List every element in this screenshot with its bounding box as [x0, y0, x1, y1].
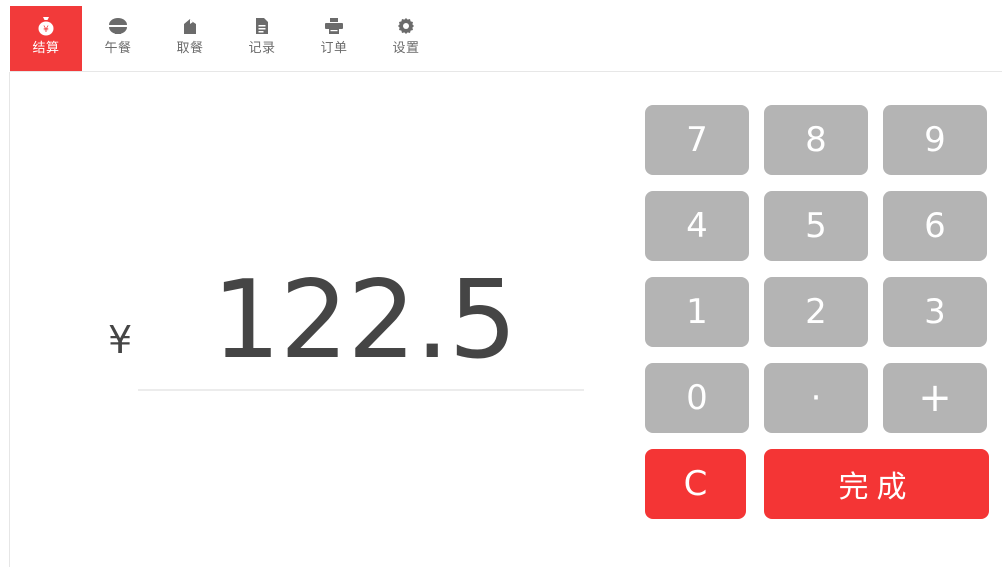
tab-label: 设置: [392, 41, 420, 56]
key-plus[interactable]: +: [883, 363, 987, 433]
done-button[interactable]: 完成: [764, 449, 989, 519]
left-edge-divider: [9, 72, 10, 567]
tab-checkout[interactable]: ¥ 结算: [10, 6, 82, 71]
key-6[interactable]: 6: [883, 191, 987, 261]
tab-settings[interactable]: 设置: [370, 6, 442, 71]
key-7[interactable]: 7: [645, 105, 749, 175]
tab-label: 记录: [248, 41, 276, 56]
top-nav-bar: ¥ 结算 午餐 取餐 记录 订单 设置: [10, 6, 1002, 72]
clear-button[interactable]: C: [645, 449, 746, 519]
money-bag-icon: ¥: [35, 15, 57, 37]
amount-display: 122.5: [212, 258, 517, 383]
svg-text:¥: ¥: [43, 25, 49, 35]
gear-icon: [395, 15, 417, 37]
currency-symbol: ¥: [108, 318, 133, 362]
tab-label: 午餐: [104, 41, 132, 56]
tab-label: 订单: [320, 41, 348, 56]
rice-bowl-icon: [107, 15, 129, 37]
document-icon: [251, 15, 273, 37]
key-1[interactable]: 1: [645, 277, 749, 347]
key-5[interactable]: 5: [764, 191, 868, 261]
key-3[interactable]: 3: [883, 277, 987, 347]
tab-orders[interactable]: 订单: [298, 6, 370, 71]
tab-label: 取餐: [176, 41, 204, 56]
key-0[interactable]: 0: [645, 363, 749, 433]
checkout-screen: ¥ 结算 午餐 取餐 记录 订单 设置 ¥ 122.5 7 8 9 4 5 6 …: [0, 0, 1002, 567]
tab-records[interactable]: 记录: [226, 6, 298, 71]
key-9[interactable]: 9: [883, 105, 987, 175]
tab-label: 结算: [32, 41, 60, 56]
key-8[interactable]: 8: [764, 105, 868, 175]
pickup-box-icon: [179, 15, 201, 37]
key-decimal-point[interactable]: ·: [764, 363, 868, 433]
key-4[interactable]: 4: [645, 191, 749, 261]
tab-lunch[interactable]: 午餐: [82, 6, 154, 71]
tab-pickup[interactable]: 取餐: [154, 6, 226, 71]
printer-icon: [323, 15, 345, 37]
amount-underline: [138, 389, 584, 391]
key-2[interactable]: 2: [764, 277, 868, 347]
